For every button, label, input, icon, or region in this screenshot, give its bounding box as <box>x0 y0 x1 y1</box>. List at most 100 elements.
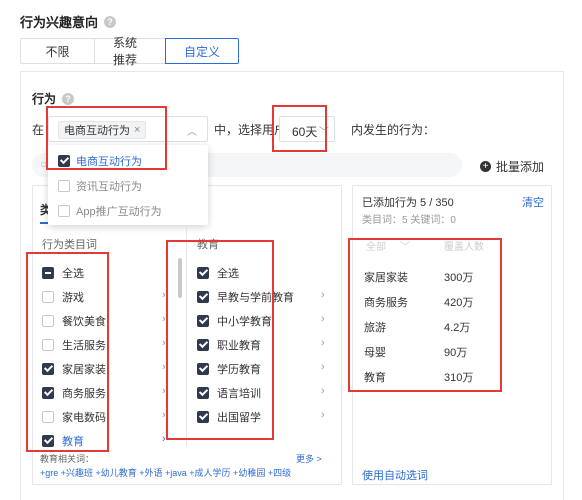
related-more-link[interactable]: 更多 > <box>296 452 322 465</box>
segment-custom[interactable]: 自定义 <box>165 38 239 64</box>
plus-circle-icon: + <box>480 161 491 172</box>
auto-select-words-link[interactable]: 使用自动选词 <box>362 467 428 483</box>
related-word-tags[interactable]: +gre +兴趣班 +幼儿教育 +外语 +java +成人学历 +幼稚园 +四级 <box>40 466 291 479</box>
added-item-name: 家居家装 <box>364 272 408 284</box>
list-item[interactable]: 全选 <box>42 264 84 282</box>
bulk-add-button[interactable]: + 批量添加 <box>480 158 544 175</box>
in-label: 在 <box>32 123 45 137</box>
list-item-label: 学历教育 <box>217 364 261 376</box>
chevron-right-icon[interactable]: › <box>162 289 166 301</box>
checkbox[interactable] <box>197 387 209 399</box>
bulk-add-label: 批量添加 <box>496 160 545 174</box>
list-item-label: 家电数码 <box>62 412 106 424</box>
checkbox[interactable] <box>197 267 209 279</box>
scrollbar[interactable] <box>178 258 182 298</box>
list-item[interactable]: 教育 <box>42 432 84 450</box>
checkbox[interactable] <box>197 291 209 303</box>
list-item[interactable]: 餐饮美食 <box>42 312 106 330</box>
chevron-right-icon[interactable]: › <box>321 385 325 397</box>
added-item-coverage: 310万 <box>444 372 474 384</box>
segment-unlimited[interactable]: 不限 <box>20 38 95 64</box>
checkbox[interactable] <box>42 267 54 279</box>
list-item[interactable]: 生活服务 <box>42 336 106 354</box>
column-header-categories: 行为类目词 <box>42 239 97 251</box>
list-item[interactable]: 全选 <box>197 264 239 282</box>
chevron-right-icon[interactable]: › <box>162 337 166 349</box>
list-item[interactable]: 游戏 <box>42 288 84 306</box>
days-value: 60天 <box>292 125 318 139</box>
checkbox[interactable] <box>42 291 54 303</box>
clear-button[interactable]: 清空 <box>522 194 544 210</box>
added-count-title: 已添加行为 5 / 350 <box>362 197 454 209</box>
list-item[interactable]: 职业教育 <box>197 336 261 354</box>
chevron-right-icon[interactable]: › <box>162 433 166 445</box>
list-item-label: 餐饮美食 <box>62 316 106 328</box>
chevron-right-icon[interactable]: › <box>321 289 325 301</box>
list-item[interactable]: 早教与学前教育 <box>197 288 294 306</box>
list-item[interactable]: 商务服务 <box>42 384 106 402</box>
chevron-right-icon[interactable]: › <box>162 313 166 325</box>
list-item[interactable]: 中小学教育 <box>197 312 272 330</box>
behavior-scene-select[interactable]: 电商互动行为 × ︿ <box>48 116 208 142</box>
dropdown-option-label: 资讯互动行为 <box>76 181 142 193</box>
list-item-label: 教育 <box>62 436 84 448</box>
chevron-down-icon: ﹀ <box>319 127 329 138</box>
checkbox[interactable] <box>42 387 54 399</box>
behavior-happened-text: 内发生的行为： <box>351 123 436 137</box>
dropdown-option[interactable]: App推广互动行为 <box>58 201 162 221</box>
section-title: 行为兴趣意向 <box>20 15 99 30</box>
selected-scene-tag: 电商互动行为 × <box>58 121 147 139</box>
help-icon[interactable]: ? <box>62 92 75 105</box>
list-item[interactable]: 出国留学 <box>197 408 261 426</box>
related-words-title: 教育相关词： <box>40 454 95 464</box>
checkbox[interactable] <box>197 339 209 351</box>
checkbox[interactable] <box>42 363 54 375</box>
list-item-label: 商务服务 <box>62 388 106 400</box>
dropdown-option[interactable]: 电商互动行为 <box>58 151 142 171</box>
added-item-name: 母婴 <box>364 347 386 359</box>
chevron-up-icon[interactable]: ︿ <box>187 123 197 138</box>
checkbox[interactable] <box>58 180 70 192</box>
checkbox[interactable] <box>197 315 209 327</box>
list-item[interactable]: 家电数码 <box>42 408 106 426</box>
chevron-right-icon[interactable]: › <box>162 361 166 373</box>
list-item[interactable]: 学历教育 <box>197 360 261 378</box>
days-select[interactable]: 60天 ﹀ <box>279 116 335 142</box>
behavior-title: 行为 <box>32 92 57 106</box>
checkbox[interactable] <box>42 411 54 423</box>
checkbox[interactable] <box>42 315 54 327</box>
list-item[interactable]: 家居家装 <box>42 360 106 378</box>
list-item-label: 出国留学 <box>217 412 261 424</box>
checkbox[interactable] <box>197 363 209 375</box>
scene-dropdown-menu: 电商互动行为 资讯互动行为 App推广互动行为 <box>48 145 208 225</box>
filter-all[interactable]: 全部 <box>366 238 386 253</box>
column-header-subcategories: 教育 <box>197 239 219 251</box>
segment-system-recommend[interactable]: 系统推荐 <box>94 36 166 67</box>
checkbox[interactable] <box>197 411 209 423</box>
checkbox[interactable] <box>42 339 54 351</box>
chevron-down-icon: ﹀ <box>400 242 410 253</box>
list-item-label: 家居家装 <box>62 364 106 376</box>
checkbox[interactable] <box>58 155 70 167</box>
close-icon[interactable]: × <box>134 124 140 136</box>
checkbox[interactable] <box>42 435 54 447</box>
dropdown-option[interactable]: 资讯互动行为 <box>58 176 142 196</box>
list-item-label: 中小学教育 <box>217 316 272 328</box>
help-icon[interactable]: ? <box>104 15 117 28</box>
checkbox[interactable] <box>58 205 70 217</box>
list-item-label: 语言培训 <box>217 388 261 400</box>
list-item-label: 早教与学前教育 <box>217 292 294 304</box>
list-item-label: 游戏 <box>62 292 84 304</box>
chevron-right-icon[interactable]: › <box>162 385 166 397</box>
chevron-right-icon[interactable]: › <box>321 409 325 421</box>
chevron-right-icon[interactable]: › <box>162 409 166 421</box>
chevron-right-icon[interactable]: › <box>321 361 325 373</box>
added-item-coverage: 90万 <box>444 347 468 359</box>
chevron-right-icon[interactable]: › <box>321 313 325 325</box>
section-header: 行为兴趣意向 ? <box>20 12 117 31</box>
dropdown-option-label: 电商互动行为 <box>76 156 142 168</box>
added-item-coverage: 4.2万 <box>444 322 471 334</box>
chevron-right-icon[interactable]: › <box>321 337 325 349</box>
added-subtitle: 类目词：5 关键词：0 <box>362 215 456 226</box>
list-item[interactable]: 语言培训 <box>197 384 261 402</box>
